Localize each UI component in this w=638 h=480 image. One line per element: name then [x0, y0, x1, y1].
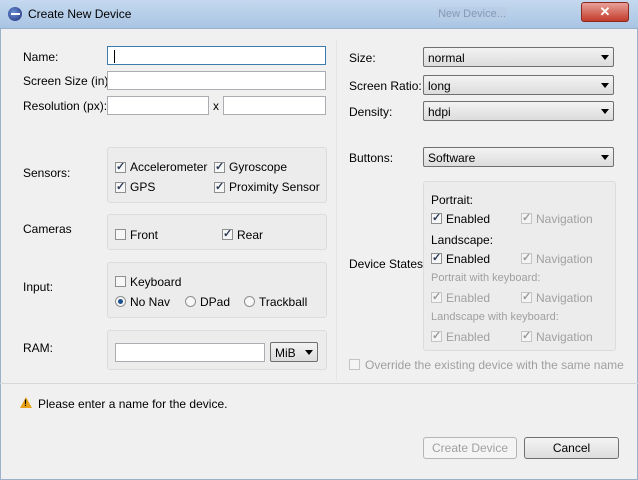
portrait-navigation-checkbox [521, 211, 532, 224]
title-bar: Create New Device New Device... ✕ [0, 0, 638, 29]
close-icon: ✕ [599, 4, 611, 19]
ram-unit-value: MiB [275, 346, 296, 360]
screen-ratio-value: long [428, 79, 451, 93]
ram-unit-select[interactable]: MiB [270, 342, 318, 362]
dpad-radio[interactable] [185, 296, 196, 307]
buttons-label: Buttons: [349, 151, 394, 165]
density-select[interactable]: hdpi [423, 101, 614, 121]
create-device-button: Create Device [423, 437, 517, 459]
front-camera-label: Front [130, 228, 159, 242]
override-checkbox [349, 359, 360, 370]
portrait-keyboard-navigation-checkbox [521, 290, 532, 303]
landscape-keyboard-enabled-checkbox [431, 329, 442, 342]
ram-field[interactable] [115, 343, 265, 362]
resolution-height-field[interactable] [223, 96, 326, 115]
landscape-navigation-label: Navigation [536, 252, 593, 266]
density-label: Density: [349, 105, 393, 119]
sensors-group [107, 147, 327, 203]
cancel-button[interactable]: Cancel [524, 437, 619, 459]
name-label: Name: [23, 50, 59, 64]
rear-camera-label: Rear [237, 228, 264, 242]
front-camera-checkbox[interactable] [115, 229, 126, 240]
landscape-enabled-label: Enabled [446, 252, 491, 266]
input-label: Input: [23, 280, 54, 294]
gps-checkbox[interactable] [115, 180, 126, 193]
accelerometer-label: Accelerometer [130, 160, 208, 174]
density-value: hdpi [428, 105, 451, 119]
gps-label: GPS [130, 180, 156, 194]
keyboard-label: Keyboard [130, 275, 182, 289]
portrait-keyboard-navigation-label: Navigation [536, 291, 593, 305]
gyroscope-label: Gyroscope [229, 160, 288, 174]
chevron-down-icon [601, 155, 609, 160]
screen-size-label: Screen Size (in): [23, 74, 112, 88]
keyboard-checkbox[interactable] [115, 276, 126, 287]
close-button[interactable]: ✕ [581, 2, 629, 22]
input-group [107, 262, 327, 318]
buttons-value: Software [428, 151, 476, 165]
landscape-keyboard-enabled-label: Enabled [446, 330, 491, 344]
warning-message: Please enter a name for the device. [38, 397, 228, 411]
no-nav-label: No Nav [130, 295, 171, 309]
text-caret [114, 50, 115, 63]
landscape-enabled-checkbox[interactable] [431, 251, 442, 264]
size-value: normal [428, 51, 465, 65]
eclipse-icon [8, 7, 22, 21]
portrait-keyboard-enabled-label: Enabled [446, 291, 491, 305]
sensors-label: Sensors: [23, 166, 71, 180]
warning-icon [20, 397, 32, 408]
dpad-label: DPad [200, 295, 231, 309]
screen-ratio-select[interactable]: long [423, 75, 614, 95]
gyroscope-checkbox[interactable] [214, 160, 225, 173]
screen-ratio-label: Screen Ratio: [349, 79, 422, 93]
chevron-down-icon [305, 350, 313, 355]
chevron-down-icon [601, 109, 609, 114]
landscape-navigation-checkbox [521, 251, 532, 264]
screen-size-field[interactable] [107, 71, 326, 90]
size-label: Size: [349, 51, 376, 65]
chevron-down-icon [601, 83, 609, 88]
column-divider [336, 40, 337, 380]
background-window-button: New Device... [437, 7, 507, 21]
resolution-width-field[interactable] [107, 96, 209, 115]
no-nav-radio[interactable] [115, 296, 126, 307]
trackball-label: Trackball [259, 295, 308, 309]
portrait-keyboard-heading: Portrait with keyboard: [431, 272, 541, 284]
landscape-heading: Landscape: [431, 233, 494, 247]
rear-camera-checkbox[interactable] [222, 227, 233, 240]
cameras-label: Cameras [23, 222, 72, 236]
name-field[interactable] [107, 46, 326, 65]
portrait-enabled-checkbox[interactable] [431, 211, 442, 224]
chevron-down-icon [601, 55, 609, 60]
device-states-label: Device States: [349, 257, 427, 271]
proximity-sensor-checkbox[interactable] [214, 180, 225, 193]
size-select[interactable]: normal [423, 47, 614, 67]
portrait-enabled-label: Enabled [446, 212, 491, 226]
portrait-navigation-label: Navigation [536, 212, 593, 226]
portrait-heading: Portrait: [431, 193, 474, 207]
ram-label: RAM: [23, 341, 53, 355]
trackball-radio[interactable] [244, 296, 255, 307]
footer-divider [0, 383, 638, 384]
proximity-sensor-label: Proximity Sensor [229, 180, 320, 194]
landscape-keyboard-heading: Landscape with keyboard: [431, 311, 559, 323]
resolution-label: Resolution (px): [23, 99, 108, 113]
window-title: Create New Device [28, 7, 132, 21]
landscape-keyboard-navigation-checkbox [521, 329, 532, 342]
resolution-separator: x [213, 99, 219, 113]
portrait-keyboard-enabled-checkbox [431, 290, 442, 303]
accelerometer-checkbox[interactable] [115, 160, 126, 173]
landscape-keyboard-navigation-label: Navigation [536, 330, 593, 344]
buttons-select[interactable]: Software [423, 147, 614, 167]
override-label: Override the existing device with the sa… [365, 358, 624, 372]
